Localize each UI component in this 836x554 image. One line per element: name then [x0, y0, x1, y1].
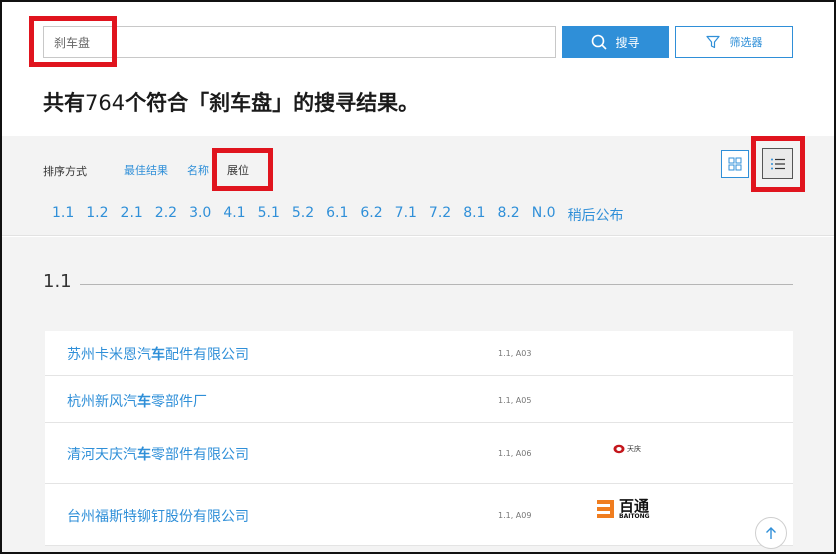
hall-link[interactable]: 8.1 — [463, 205, 485, 225]
list-view-button[interactable] — [762, 148, 793, 179]
exhibitor-name[interactable]: 台州福斯特铆钉股份有限公司 — [67, 506, 249, 526]
search-button[interactable]: 搜寻 — [562, 26, 669, 58]
funnel-icon — [705, 35, 720, 49]
grid-icon — [728, 157, 742, 171]
list-item[interactable]: 杭州新风汽车零部件厂 1.1, A05 — [45, 376, 793, 423]
hall-filter-links: 1.1 1.2 2.1 2.2 3.0 4.1 5.1 5.2 6.1 6.2 7.1 7.2 8.1 8… — [52, 205, 636, 225]
exhibitor-list: 苏州卡米恩汽车配件有限公司 1.1, A03 杭州新风汽车零部件厂 1.1, A… — [45, 331, 793, 546]
search-icon — [592, 34, 608, 50]
sort-option-booth[interactable]: 展位 — [227, 162, 249, 178]
search-header: 搜寻 筛选器 共有764个符合「刹车盘」的搜寻结果。 — [0, 0, 836, 136]
list-item[interactable]: 清河天庆汽车零部件有限公司 1.1, A06 天庆 — [45, 423, 793, 484]
hall-link[interactable]: N.0 — [532, 205, 556, 225]
search-button-label: 搜寻 — [615, 35, 640, 50]
section-divider — [80, 284, 793, 285]
hall-link[interactable]: 5.1 — [258, 205, 280, 225]
booth-location: 1.1, A03 — [498, 349, 532, 358]
hall-link[interactable]: 5.2 — [292, 205, 314, 225]
company-logo: 百通 BAITONG — [596, 498, 650, 520]
arrow-up-icon — [766, 527, 776, 539]
list-icon — [770, 158, 785, 169]
list-item[interactable]: 台州福斯特铆钉股份有限公司 1.1, A09 百通 BAITONG — [45, 484, 793, 546]
exhibitor-name[interactable]: 苏州卡米恩汽车配件有限公司 — [67, 344, 249, 364]
hall-link[interactable]: 7.1 — [395, 205, 417, 225]
booth-location: 1.1, A09 — [498, 511, 532, 520]
hall-link[interactable]: 6.1 — [326, 205, 348, 225]
hall-link[interactable]: 2.2 — [155, 205, 177, 225]
company-logo: 天庆 — [613, 444, 641, 454]
results-count-heading: 共有764个符合「刹车盘」的搜寻结果。 — [43, 91, 420, 115]
hall-link[interactable]: 稍后公布 — [568, 205, 624, 225]
hall-link[interactable]: 2.1 — [121, 205, 143, 225]
baitong-logo-icon — [597, 500, 614, 518]
hall-link[interactable]: 1.1 — [52, 205, 74, 225]
hall-link[interactable]: 4.1 — [223, 205, 245, 225]
exhibitor-name[interactable]: 清河天庆汽车零部件有限公司 — [67, 444, 249, 464]
filter-button-label: 筛选器 — [729, 36, 763, 49]
back-to-top-button[interactable] — [755, 517, 787, 549]
booth-location: 1.1, A06 — [498, 449, 532, 458]
list-item[interactable]: 苏州卡米恩汽车配件有限公司 1.1, A03 — [45, 331, 793, 376]
booth-location: 1.1, A05 — [498, 396, 532, 405]
hall-link[interactable]: 7.2 — [429, 205, 451, 225]
search-input[interactable] — [43, 26, 556, 58]
sort-label: 排序方式 — [43, 165, 87, 178]
sort-option-name[interactable]: 名称 — [187, 162, 209, 178]
grid-view-button[interactable] — [721, 150, 749, 178]
hall-link[interactable]: 6.2 — [360, 205, 382, 225]
tianqing-logo-icon — [613, 444, 625, 454]
hall-link[interactable]: 3.0 — [189, 205, 211, 225]
hall-link[interactable]: 8.2 — [497, 205, 519, 225]
section-title: 1.1 — [43, 271, 72, 292]
hall-link[interactable]: 1.2 — [86, 205, 108, 225]
results-section: 1.1 苏州卡米恩汽车配件有限公司 1.1, A03 杭州新风汽车零部件厂 1.… — [0, 237, 836, 554]
sort-option-best[interactable]: 最佳结果 — [124, 162, 168, 178]
sort-bar: 排序方式 最佳结果 名称 展位 1.1 1.2 2.1 2.2 3.0 4.1 5.1 5.2… — [0, 136, 836, 236]
filter-button[interactable]: 筛选器 — [675, 26, 793, 58]
exhibitor-name[interactable]: 杭州新风汽车零部件厂 — [67, 391, 207, 411]
